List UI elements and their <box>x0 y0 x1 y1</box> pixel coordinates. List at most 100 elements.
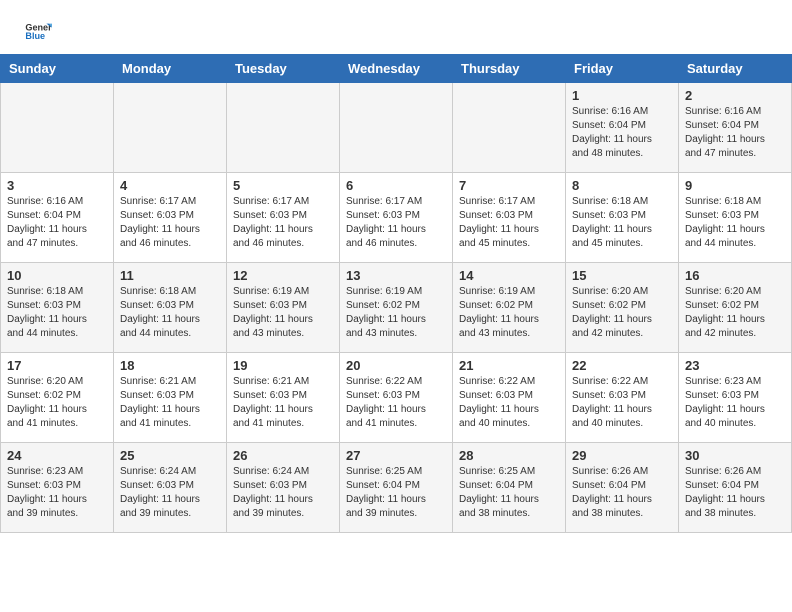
day-number: 1 <box>572 88 672 103</box>
header-tuesday: Tuesday <box>227 55 340 83</box>
day-number: 26 <box>233 448 333 463</box>
day-number: 29 <box>572 448 672 463</box>
day-number: 17 <box>7 358 107 373</box>
calendar-cell <box>114 83 227 173</box>
calendar-cell: 6 Sunrise: 6:17 AM Sunset: 6:03 PM Daylig… <box>340 173 453 263</box>
day-number: 14 <box>459 268 559 283</box>
calendar-cell: 24 Sunrise: 6:23 AM Sunset: 6:03 PM Dayli… <box>1 443 114 533</box>
day-number: 9 <box>685 178 785 193</box>
calendar-week-1: 1 Sunrise: 6:16 AM Sunset: 6:04 PM Daylig… <box>1 83 792 173</box>
day-number: 24 <box>7 448 107 463</box>
day-number: 7 <box>459 178 559 193</box>
day-number: 6 <box>346 178 446 193</box>
calendar-cell: 30 Sunrise: 6:26 AM Sunset: 6:04 PM Dayli… <box>679 443 792 533</box>
calendar-cell: 12Sunrise: 6:19 AM Sunset: 6:03 PM Dayli… <box>227 263 340 353</box>
calendar-cell: 28 Sunrise: 6:25 AM Sunset: 6:04 PM Dayli… <box>453 443 566 533</box>
logo-icon: General Blue <box>24 18 52 46</box>
calendar-cell: 3 Sunrise: 6:16 AM Sunset: 6:04 PM Daylig… <box>1 173 114 263</box>
calendar-cell: 18 Sunrise: 6:21 AM Sunset: 6:03 PM Dayli… <box>114 353 227 443</box>
calendar-cell <box>340 83 453 173</box>
day-number: 8 <box>572 178 672 193</box>
day-number: 30 <box>685 448 785 463</box>
calendar-cell: 7 Sunrise: 6:17 AM Sunset: 6:03 PM Daylig… <box>453 173 566 263</box>
calendar-week-4: 17Sunrise: 6:20 AM Sunset: 6:02 PM Dayli… <box>1 353 792 443</box>
day-info: Sunrise: 6:16 AM Sunset: 6:04 PM Dayligh… <box>572 105 672 161</box>
header-saturday: Saturday <box>679 55 792 83</box>
day-info: Sunrise: 6:18 AM Sunset: 6:03 PM Dayligh… <box>572 195 672 251</box>
day-number: 11 <box>120 268 220 283</box>
svg-text:Blue: Blue <box>25 31 45 41</box>
day-info: Sunrise: 6:16 AM Sunset: 6:04 PM Dayligh… <box>7 195 107 251</box>
calendar-week-5: 24 Sunrise: 6:23 AM Sunset: 6:03 PM Dayli… <box>1 443 792 533</box>
logo: General Blue <box>24 18 52 46</box>
day-info: Sunrise: 6:18 AM Sunset: 6:03 PM Dayligh… <box>7 285 107 341</box>
calendar-cell: 17Sunrise: 6:20 AM Sunset: 6:02 PM Dayli… <box>1 353 114 443</box>
day-info: Sunrise: 6:20 AM Sunset: 6:02 PM Dayligh… <box>572 285 672 341</box>
header-monday: Monday <box>114 55 227 83</box>
day-info: Sunrise: 6:24 AM Sunset: 6:03 PM Dayligh… <box>233 465 333 521</box>
calendar-cell <box>227 83 340 173</box>
header-thursday: Thursday <box>453 55 566 83</box>
calendar-cell: 1 Sunrise: 6:16 AM Sunset: 6:04 PM Daylig… <box>566 83 679 173</box>
calendar-cell: 11 Sunrise: 6:18 AM Sunset: 6:03 PM Dayli… <box>114 263 227 353</box>
day-info: Sunrise: 6:19 AM Sunset: 6:03 PM Dayligh… <box>233 285 333 341</box>
day-info: Sunrise: 6:16 AM Sunset: 6:04 PM Dayligh… <box>685 105 785 161</box>
day-info: Sunrise: 6:23 AM Sunset: 6:03 PM Dayligh… <box>7 465 107 521</box>
day-number: 15 <box>572 268 672 283</box>
calendar-cell: 20 Sunrise: 6:22 AM Sunset: 6:03 PM Dayli… <box>340 353 453 443</box>
day-info: Sunrise: 6:19 AM Sunset: 6:02 PM Dayligh… <box>459 285 559 341</box>
day-number: 18 <box>120 358 220 373</box>
day-info: Sunrise: 6:25 AM Sunset: 6:04 PM Dayligh… <box>459 465 559 521</box>
calendar-cell: 16 Sunrise: 6:20 AM Sunset: 6:02 PM Dayli… <box>679 263 792 353</box>
day-info: Sunrise: 6:22 AM Sunset: 6:03 PM Dayligh… <box>459 375 559 431</box>
day-number: 20 <box>346 358 446 373</box>
day-info: Sunrise: 6:18 AM Sunset: 6:03 PM Dayligh… <box>120 285 220 341</box>
day-info: Sunrise: 6:25 AM Sunset: 6:04 PM Dayligh… <box>346 465 446 521</box>
day-number: 16 <box>685 268 785 283</box>
day-info: Sunrise: 6:17 AM Sunset: 6:03 PM Dayligh… <box>120 195 220 251</box>
calendar-cell: 26 Sunrise: 6:24 AM Sunset: 6:03 PM Dayli… <box>227 443 340 533</box>
calendar-cell: 19 Sunrise: 6:21 AM Sunset: 6:03 PM Dayli… <box>227 353 340 443</box>
day-number: 27 <box>346 448 446 463</box>
calendar-cell: 15 Sunrise: 6:20 AM Sunset: 6:02 PM Dayli… <box>566 263 679 353</box>
day-number: 3 <box>7 178 107 193</box>
day-number: 22 <box>572 358 672 373</box>
calendar-cell: 21 Sunrise: 6:22 AM Sunset: 6:03 PM Dayli… <box>453 353 566 443</box>
calendar-cell: 25 Sunrise: 6:24 AM Sunset: 6:03 PM Dayli… <box>114 443 227 533</box>
day-number: 21 <box>459 358 559 373</box>
day-number: 25 <box>120 448 220 463</box>
calendar-cell: 10 Sunrise: 6:18 AM Sunset: 6:03 PM Dayli… <box>1 263 114 353</box>
calendar-cell: 9 Sunrise: 6:18 AM Sunset: 6:03 PM Daylig… <box>679 173 792 263</box>
day-info: Sunrise: 6:21 AM Sunset: 6:03 PM Dayligh… <box>233 375 333 431</box>
day-number: 4 <box>120 178 220 193</box>
day-info: Sunrise: 6:20 AM Sunset: 6:02 PM Dayligh… <box>685 285 785 341</box>
day-info: Sunrise: 6:18 AM Sunset: 6:03 PM Dayligh… <box>685 195 785 251</box>
calendar-cell: 27 Sunrise: 6:25 AM Sunset: 6:04 PM Dayli… <box>340 443 453 533</box>
calendar-cell: 13Sunrise: 6:19 AM Sunset: 6:02 PM Dayli… <box>340 263 453 353</box>
day-number: 19 <box>233 358 333 373</box>
calendar-cell: 8 Sunrise: 6:18 AM Sunset: 6:03 PM Daylig… <box>566 173 679 263</box>
day-info: Sunrise: 6:17 AM Sunset: 6:03 PM Dayligh… <box>346 195 446 251</box>
day-info: Sunrise: 6:17 AM Sunset: 6:03 PM Dayligh… <box>459 195 559 251</box>
day-info: Sunrise: 6:22 AM Sunset: 6:03 PM Dayligh… <box>346 375 446 431</box>
calendar-cell <box>1 83 114 173</box>
page-header: General Blue <box>0 0 792 54</box>
day-number: 5 <box>233 178 333 193</box>
day-info: Sunrise: 6:26 AM Sunset: 6:04 PM Dayligh… <box>685 465 785 521</box>
header-wednesday: Wednesday <box>340 55 453 83</box>
calendar-cell: 14 Sunrise: 6:19 AM Sunset: 6:02 PM Dayli… <box>453 263 566 353</box>
day-number: 10 <box>7 268 107 283</box>
day-number: 28 <box>459 448 559 463</box>
day-info: Sunrise: 6:21 AM Sunset: 6:03 PM Dayligh… <box>120 375 220 431</box>
header-friday: Friday <box>566 55 679 83</box>
calendar-table: SundayMondayTuesdayWednesdayThursdayFrid… <box>0 54 792 533</box>
day-info: Sunrise: 6:17 AM Sunset: 6:03 PM Dayligh… <box>233 195 333 251</box>
day-info: Sunrise: 6:22 AM Sunset: 6:03 PM Dayligh… <box>572 375 672 431</box>
calendar-cell: 23Sunrise: 6:23 AM Sunset: 6:03 PM Dayli… <box>679 353 792 443</box>
calendar-week-3: 10 Sunrise: 6:18 AM Sunset: 6:03 PM Dayli… <box>1 263 792 353</box>
day-info: Sunrise: 6:26 AM Sunset: 6:04 PM Dayligh… <box>572 465 672 521</box>
day-info: Sunrise: 6:24 AM Sunset: 6:03 PM Dayligh… <box>120 465 220 521</box>
day-number: 23 <box>685 358 785 373</box>
calendar-cell: 2Sunrise: 6:16 AM Sunset: 6:04 PM Daylig… <box>679 83 792 173</box>
calendar-cell: 4 Sunrise: 6:17 AM Sunset: 6:03 PM Daylig… <box>114 173 227 263</box>
